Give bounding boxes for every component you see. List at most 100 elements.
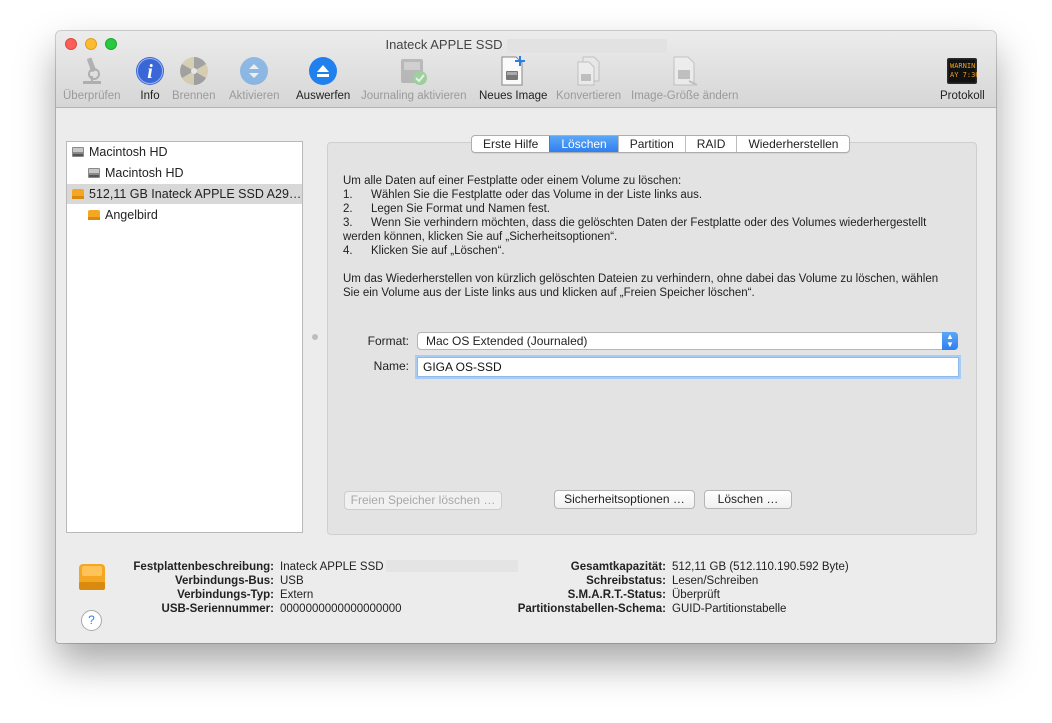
info-key: Gesamtkapazität: bbox=[570, 561, 666, 573]
mount-label: Aktivieren bbox=[229, 90, 280, 102]
info-key-text: Verbindungs-Bus bbox=[174, 575, 271, 587]
info-value: Überprüft bbox=[672, 589, 720, 601]
instructions-intro: Um alle Daten auf einer Festplatte oder … bbox=[343, 175, 682, 187]
enable-journaling-button[interactable]: Journaling aktivieren bbox=[361, 55, 466, 102]
convert-button[interactable]: Konvertieren bbox=[556, 55, 621, 102]
info-value: USB bbox=[280, 575, 304, 587]
new-image-button[interactable]: Neues Image bbox=[479, 55, 547, 102]
info-key: Schreibstatus: bbox=[586, 575, 666, 587]
verify-button[interactable]: Überprüfen bbox=[63, 55, 121, 102]
split-view-handle[interactable] bbox=[312, 334, 318, 340]
resize-image-icon bbox=[669, 55, 701, 87]
disk-list-item-selected[interactable]: 512,11 GB Inateck APPLE SSD A29… bbox=[67, 184, 302, 204]
security-options-button[interactable]: Sicherheitsoptionen … bbox=[554, 490, 695, 509]
step-text: Legen Sie Format und Namen fest. bbox=[371, 203, 550, 215]
tab-partition[interactable]: Partition bbox=[617, 136, 685, 152]
burn-button[interactable]: Brennen bbox=[172, 55, 215, 102]
step-number: 3. bbox=[343, 217, 353, 229]
info-button[interactable]: i Info bbox=[134, 55, 166, 102]
instruction-step: 3. Wenn Sie verhindern möchten, dass die … bbox=[343, 216, 973, 230]
verify-label: Überprüfen bbox=[63, 90, 121, 102]
instructions-steps: 1. Wählen Sie die Festplatte oder das Vol… bbox=[343, 188, 973, 258]
info-key-text: Partitionstabellen-Schema bbox=[517, 603, 663, 615]
info-value: Lesen/Schreiben bbox=[672, 575, 759, 587]
erase-button[interactable]: Löschen … bbox=[704, 490, 792, 509]
burn-disc-icon bbox=[178, 55, 210, 87]
toolbar: Überprüfen i Info Brennen Aktivieren Aus… bbox=[56, 53, 996, 108]
free-space-hint-cont: Sie ein Volume aus der Liste links aus u… bbox=[343, 287, 755, 299]
log-label: Protokoll bbox=[940, 90, 985, 102]
journaling-icon bbox=[398, 55, 430, 87]
burn-label: Brennen bbox=[172, 90, 216, 102]
step-text: werden können, klicken Sie auf „Sicherhe… bbox=[343, 231, 618, 243]
disk-list-item[interactable]: Macintosh HD bbox=[87, 163, 184, 183]
external-disk-icon bbox=[71, 187, 85, 201]
step-text: Wählen Sie die Festplatte oder das Volum… bbox=[371, 189, 703, 201]
step-text: Wenn Sie verhindern möchten, dass die ge… bbox=[371, 217, 927, 229]
instruction-step-continued: werden können, klicken Sie auf „Sicherhe… bbox=[343, 230, 973, 244]
eject-button[interactable]: Auswerfen bbox=[296, 55, 350, 102]
chevron-updown-icon: ▲ ▼ bbox=[942, 332, 958, 350]
format-select[interactable]: Mac OS Extended (Journaled) ▲ ▼ bbox=[417, 332, 958, 350]
help-button[interactable]: ? bbox=[81, 610, 102, 631]
disk-list-item[interactable]: Angelbird bbox=[87, 205, 158, 225]
window-chrome: Inateck APPLE SSD Überprüfen i Info Bren… bbox=[56, 31, 996, 108]
microscope-icon bbox=[76, 55, 108, 87]
disk-list-item-label: Macintosh HD bbox=[105, 166, 184, 180]
format-select-value: Mac OS Extended (Journaled) bbox=[426, 334, 588, 348]
eject-label: Auswerfen bbox=[296, 90, 351, 102]
erase-free-space-button[interactable]: Freien Speicher löschen … bbox=[344, 491, 502, 510]
step-number: 4. bbox=[343, 245, 353, 257]
info-key-text: Gesamtkapazität bbox=[570, 561, 663, 573]
info-value: GUID-Partitionstabelle bbox=[672, 603, 787, 615]
disk-list-item[interactable]: Macintosh HD bbox=[71, 142, 168, 162]
info-value: Inateck APPLE SSD bbox=[280, 561, 384, 573]
step-number: 2. bbox=[343, 203, 353, 215]
internal-disk-icon bbox=[71, 145, 85, 159]
instruction-step: 2. Legen Sie Format und Namen fest. bbox=[343, 202, 973, 216]
resize-image-label: Image-Größe ändern bbox=[631, 90, 739, 102]
name-label: Name: bbox=[373, 359, 409, 373]
erase-instructions: Um alle Daten auf einer Festplatte oder … bbox=[343, 174, 973, 300]
window-title: Inateck APPLE SSD bbox=[56, 37, 996, 53]
convert-label: Konvertieren bbox=[556, 90, 622, 102]
new-image-icon bbox=[497, 55, 529, 87]
name-input[interactable] bbox=[417, 357, 959, 377]
window-title-text: Inateck APPLE SSD bbox=[385, 37, 503, 52]
tab-first-aid[interactable]: Erste Hilfe bbox=[472, 136, 549, 152]
instruction-step: 4. Klicken Sie auf „Löschen“. bbox=[343, 244, 973, 258]
info-key: Partitionstabellen-Schema: bbox=[517, 603, 666, 615]
info-key-text: S.M.A.R.T.-Status bbox=[567, 589, 663, 601]
info-key-text: Festplattenbeschreibung bbox=[133, 561, 271, 573]
tab-erase[interactable]: Löschen bbox=[549, 136, 618, 152]
external-disk-icon bbox=[78, 562, 106, 590]
tab-restore[interactable]: Wiederherstellen bbox=[736, 136, 849, 152]
step-text: Klicken Sie auf „Löschen“. bbox=[371, 245, 505, 257]
redacted-area bbox=[506, 38, 667, 53]
info-key: USB-Seriennummer: bbox=[161, 603, 274, 615]
info-value: Extern bbox=[280, 589, 314, 601]
mount-button[interactable]: Aktivieren bbox=[229, 55, 280, 102]
tab-raid[interactable]: RAID bbox=[684, 136, 737, 152]
resize-image-button[interactable]: Image-Größe ändern bbox=[631, 55, 738, 102]
disk-list-item-label: Macintosh HD bbox=[89, 145, 168, 159]
info-label: Info bbox=[140, 90, 160, 102]
info-key: Verbindungs-Typ: bbox=[177, 589, 274, 601]
free-space-hint: Um das Wiederherstellen von kürzlich gel… bbox=[343, 273, 939, 285]
disk-list-item-label: Angelbird bbox=[105, 208, 158, 222]
info-key-text: USB-Seriennummer bbox=[161, 603, 271, 615]
log-console-icon: WARNIN AY 7:36 bbox=[946, 55, 978, 87]
log-button[interactable]: WARNIN AY 7:36 Protokoll bbox=[940, 55, 985, 102]
tab-bar: Erste Hilfe Löschen Partition RAID Wiede… bbox=[471, 135, 851, 153]
mount-icon bbox=[238, 55, 270, 87]
new-image-label: Neues Image bbox=[479, 90, 548, 102]
info-value: 512,11 GB (512.110.190.592 Byte) bbox=[672, 561, 849, 573]
info-icon: i bbox=[134, 55, 166, 87]
info-key-text: Verbindungs-Typ bbox=[177, 589, 271, 601]
format-label: Format: bbox=[367, 334, 409, 348]
info-value: 0000000000000000000 bbox=[280, 603, 402, 615]
info-key-text: Schreibstatus bbox=[586, 575, 663, 587]
step-number: 1. bbox=[343, 189, 353, 201]
convert-icon bbox=[573, 55, 605, 87]
instruction-step: 1. Wählen Sie die Festplatte oder das Vol… bbox=[343, 188, 973, 202]
